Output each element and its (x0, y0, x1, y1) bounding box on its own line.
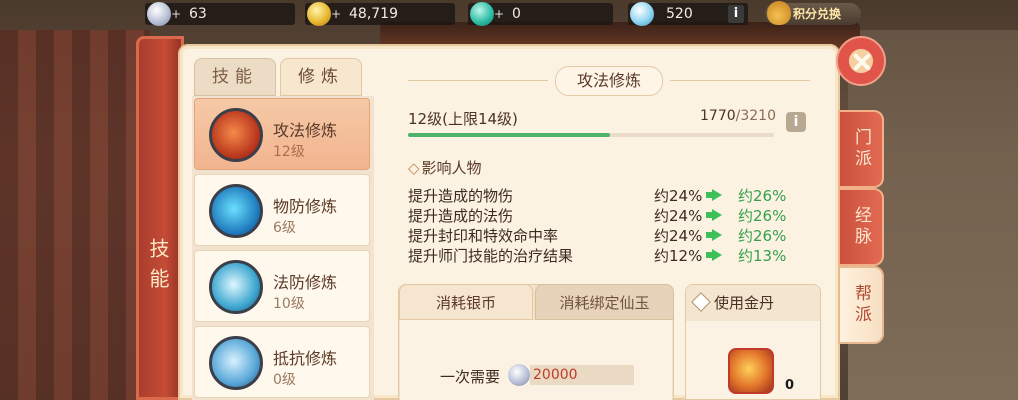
close-button[interactable] (836, 36, 886, 86)
side-tab-sect[interactable]: 门派 (838, 110, 884, 188)
title-divider-left (408, 80, 548, 81)
silver-coin-icon (147, 2, 171, 26)
attack-sword-icon (209, 108, 263, 162)
use-pill-toggle[interactable]: 使用金丹 (686, 285, 820, 321)
skill-name: 攻法修炼 (273, 121, 338, 140)
cloud-info-icon[interactable]: i (728, 5, 744, 23)
arrow-right-icon (706, 229, 722, 241)
magic-orb-icon (209, 260, 263, 314)
resist-armor-icon (209, 336, 263, 390)
points-exchange-button[interactable]: 积分兑换 (765, 1, 861, 25)
effect-next: 约26% (738, 227, 787, 245)
tab-cost-bound-jade[interactable]: 消耗绑定仙玉 (535, 284, 674, 320)
exp-progress-bar (408, 133, 774, 137)
exp-max: /3210 (735, 108, 776, 124)
effect-current: 约24% (654, 227, 703, 245)
gold-add-icon[interactable]: + (331, 3, 341, 25)
arrow-right-icon (706, 189, 722, 201)
jade-resource[interactable]: + 0 (468, 2, 613, 26)
skill-item-resist[interactable]: 抵抗修炼 0级 (194, 326, 370, 398)
skill-name: 法防修炼 (273, 273, 338, 292)
category-label-skills: 技能 (146, 238, 170, 298)
skill-list: 攻法修炼 12级 物防修炼 6级 法防修炼 10级 抵抗修炼 0级 (192, 96, 374, 400)
tab-training[interactable]: 修炼 (280, 58, 362, 96)
affect-title: ◇ 影响人物 (408, 157, 482, 178)
tab-skills[interactable]: 技能 (194, 58, 276, 96)
use-pill-label: 使用金丹 (714, 294, 775, 312)
physical-shield-icon (209, 184, 263, 238)
effect-next: 约13% (738, 247, 787, 265)
gold-coin-icon (307, 2, 331, 26)
arrow-right-icon (706, 209, 722, 221)
jade-icon (470, 2, 494, 26)
skill-item-magic-defense[interactable]: 法防修炼 10级 (194, 250, 370, 322)
skill-level: 6级 (273, 220, 296, 236)
gold-value: 48,719 (349, 6, 398, 22)
points-exchange-label: 积分兑换 (793, 7, 842, 21)
effect-current: 约24% (654, 187, 703, 205)
exp-progress-fill (408, 133, 610, 137)
resource-bar: + 63 + 48,719 + 0 520 i 积分兑换 (0, 0, 1018, 28)
category-strip: 技能 (136, 36, 184, 400)
money-bag-icon (767, 1, 791, 25)
effect-row: 提升造成的法伤 约24% 约26% (408, 205, 788, 225)
cost-need-label: 一次需要 (440, 368, 501, 386)
jade-add-icon[interactable]: + (494, 3, 504, 25)
effect-next: 约26% (738, 187, 787, 205)
golden-pill-icon[interactable] (728, 348, 774, 394)
exp-current: 1770 (700, 108, 736, 124)
cloud-icon (630, 2, 654, 26)
silver-add-icon[interactable]: + (171, 3, 181, 25)
info-icon[interactable]: i (786, 112, 806, 132)
effect-row: 提升封印和特效命中率 约24% 约26% (408, 225, 788, 245)
effect-next: 约26% (738, 207, 787, 225)
pill-count: 0 (785, 378, 795, 393)
silver-coin-icon (508, 364, 530, 386)
skill-level: 0级 (273, 372, 296, 388)
side-tab-meridian[interactable]: 经脉 (838, 188, 884, 266)
effect-row: 提升造成的物伤 约24% 约26% (408, 185, 788, 205)
detail-title: 攻法修炼 (555, 66, 663, 96)
skill-item-attack[interactable]: 攻法修炼 12级 (194, 98, 370, 170)
checkbox-icon[interactable] (691, 292, 711, 312)
skill-level: 10级 (273, 296, 305, 312)
affect-title-text: 影响人物 (421, 159, 482, 177)
skill-item-physical-defense[interactable]: 物防修炼 6级 (194, 174, 370, 246)
skill-name: 抵抗修炼 (273, 349, 338, 368)
title-divider-right (670, 80, 810, 81)
effect-label: 提升师门技能的治疗结果 (408, 247, 574, 265)
cloud-resource: 520 i (628, 2, 748, 26)
effect-label: 提升造成的物伤 (408, 187, 514, 205)
side-tab-guild[interactable]: 帮派 (838, 266, 884, 344)
skill-name: 物防修炼 (273, 197, 338, 216)
skill-level: 12级 (273, 144, 305, 160)
effect-current: 约24% (654, 207, 703, 225)
arrow-right-icon (706, 249, 722, 261)
exp-text: 1770/3210 (700, 108, 776, 124)
gold-resource[interactable]: + 48,719 (305, 2, 455, 26)
cost-need-value: 20000 (530, 365, 634, 385)
effect-label: 提升造成的法伤 (408, 207, 514, 225)
diamond-icon: ◇ (408, 159, 420, 177)
silver-resource[interactable]: + 63 (145, 2, 295, 26)
tab-cost-silver[interactable]: 消耗银币 (399, 284, 533, 320)
effect-current: 约12% (654, 247, 703, 265)
effect-label: 提升封印和特效命中率 (408, 227, 559, 245)
cost-body (400, 320, 672, 400)
level-text: 12级(上限14级) (408, 110, 518, 128)
background-building-left (0, 30, 150, 400)
cloud-value: 520 (666, 6, 693, 22)
effect-row: 提升师门技能的治疗结果 约12% 约13% (408, 245, 788, 265)
